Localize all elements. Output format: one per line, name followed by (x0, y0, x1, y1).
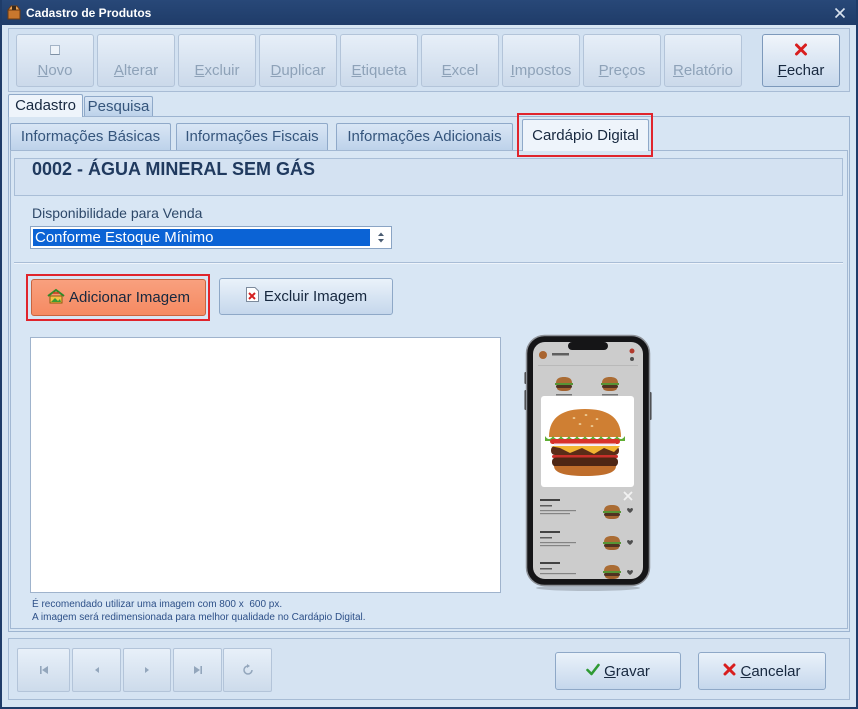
tab-cardapio-digital[interactable]: Cardápio Digital (522, 119, 649, 151)
duplicate-button[interactable]: Duplicar (259, 34, 337, 87)
image-resize-hint: A imagem será redimensionada para melhor… (32, 612, 366, 623)
first-record-button[interactable] (17, 648, 70, 692)
product-title: 0002 - ÁGUA MINERAL SEM GÁS (32, 159, 316, 179)
last-record-button[interactable] (173, 648, 222, 692)
image-preview-area[interactable] (30, 337, 501, 593)
red-x-icon (723, 663, 736, 680)
spin-arrows-icon[interactable] (374, 230, 388, 245)
phone-mockup-illustration (524, 334, 652, 591)
refresh-icon (242, 664, 253, 675)
tab-cardapio-digital-label: Cardápio Digital (532, 127, 639, 144)
red-x-icon (795, 43, 808, 61)
availability-label: Disponibilidade para Venda (32, 205, 203, 221)
tab-informacoes-fiscais-label: Informações Fiscais (185, 128, 319, 145)
tab-informacoes-fiscais[interactable]: Informações Fiscais (176, 123, 328, 150)
edit-button[interactable]: Alterar (97, 34, 175, 87)
tab-informacoes-adicionais-label: Informações Adicionais (347, 128, 502, 145)
edit-button-label: Alterar (113, 62, 159, 79)
previous-record-button[interactable] (72, 648, 121, 692)
prices-button-label: Preços (598, 62, 646, 79)
availability-select[interactable]: Conforme Estoque Mínimo (30, 226, 392, 249)
delete-button[interactable]: Excluir (178, 34, 256, 87)
add-image-button[interactable]: Adicionar Imagem (31, 279, 206, 316)
first-record-icon (39, 666, 48, 674)
report-button[interactable]: Relatório (664, 34, 742, 87)
cancel-button-label: Cancelar (740, 662, 801, 680)
label-print-button[interactable]: Etiqueta (340, 34, 418, 87)
title-bar[interactable]: Cadastro de Produtos (0, 0, 858, 25)
add-image-label: Adicionar Imagem (69, 289, 190, 306)
refresh-button[interactable] (223, 648, 272, 692)
delete-image-button[interactable]: Excluir Imagem (219, 278, 393, 315)
tab-cadastro-label: Cadastro (15, 97, 76, 114)
next-record-button[interactable] (123, 648, 171, 692)
new-record-icon (49, 43, 61, 61)
duplicate-button-label: Duplicar (270, 62, 326, 79)
burger-popup-card (541, 396, 634, 487)
delete-image-label: Excluir Imagem (263, 288, 368, 305)
toolbar: Novo Alterar Excluir Duplicar Etiqueta E… (8, 28, 850, 92)
last-record-icon (193, 666, 202, 674)
add-image-icon (47, 288, 65, 308)
report-button-label: Relatório (672, 62, 734, 79)
close-form-button-label: Fechar (777, 62, 825, 79)
save-button[interactable]: Gravar (555, 652, 681, 690)
close-form-button[interactable]: Fechar (762, 34, 840, 87)
delete-button-label: Excluir (194, 62, 240, 79)
close-icon[interactable] (834, 6, 846, 19)
tab-pesquisa-label: Pesquisa (87, 98, 150, 115)
prices-button[interactable]: Preços (583, 34, 661, 87)
tab-informacoes-basicas[interactable]: Informações Básicas (10, 123, 171, 150)
new-button[interactable]: Novo (16, 34, 94, 87)
phone-notch (568, 342, 608, 350)
tab-informacoes-basicas-label: Informações Básicas (20, 128, 161, 145)
tab-cadastro[interactable]: Cadastro (8, 94, 83, 117)
product-box-icon (7, 5, 21, 20)
previous-record-icon (94, 667, 99, 673)
save-button-label: Gravar (604, 662, 650, 680)
availability-selected-value: Conforme Estoque Mínimo (33, 229, 370, 246)
excel-button-label: Excel (441, 62, 479, 79)
delete-image-icon (245, 286, 260, 307)
new-button-label: Novo (37, 62, 73, 79)
tab-pesquisa[interactable]: Pesquisa (84, 96, 153, 116)
cancel-button[interactable]: Cancelar (698, 652, 826, 690)
tab-informacoes-adicionais[interactable]: Informações Adicionais (336, 123, 513, 150)
label-print-button-label: Etiqueta (351, 62, 407, 79)
product-header: 0002 - ÁGUA MINERAL SEM GÁS (14, 158, 843, 196)
section-divider (14, 262, 843, 263)
excel-button[interactable]: Excel (421, 34, 499, 87)
green-check-icon (586, 663, 600, 680)
next-record-icon (145, 667, 149, 673)
taxes-button-label: Impostos (510, 62, 572, 79)
taxes-button[interactable]: Impostos (502, 34, 580, 87)
image-size-hint: É recomendado utilizar uma imagem com 80… (32, 599, 283, 610)
window-title: Cadastro de Produtos (26, 6, 152, 20)
